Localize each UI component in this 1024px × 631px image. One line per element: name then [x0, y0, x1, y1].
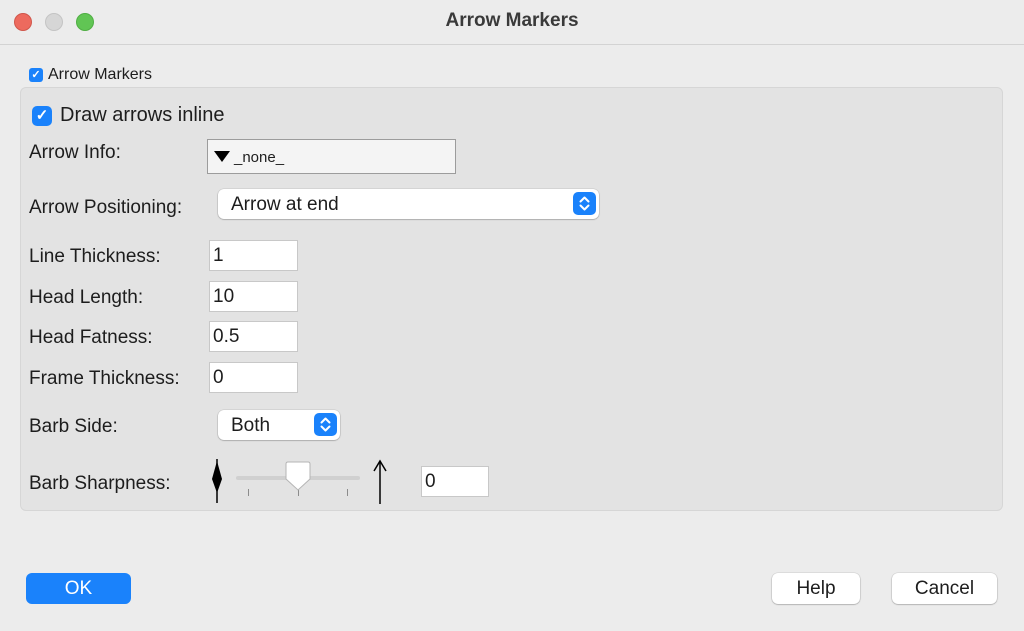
barb-sharpness-slider-knob[interactable] — [284, 460, 312, 492]
arrow-positioning-label: Arrow Positioning: — [29, 197, 183, 218]
arrow-positioning-value: Arrow at end — [231, 194, 339, 215]
barb-side-label: Barb Side: — [29, 416, 118, 437]
barb-side-popup[interactable]: Both — [218, 410, 340, 440]
slider-tick — [248, 489, 249, 496]
line-thickness-input[interactable] — [209, 240, 298, 271]
arrow-info-field[interactable]: _none_ — [207, 139, 456, 174]
frame-thickness-label: Frame Thickness: — [29, 368, 180, 389]
up-down-chevrons-icon — [573, 192, 596, 215]
arrow-settings-group — [20, 87, 1003, 511]
barb-side-value: Both — [231, 415, 271, 436]
blunt-arrow-icon — [373, 459, 387, 504]
ok-button[interactable]: OK — [26, 573, 131, 604]
down-triangle-icon — [214, 151, 230, 162]
arrow-markers-label: Arrow Markers — [48, 66, 153, 83]
arrow-markers-checkbox[interactable]: ✓ — [29, 68, 43, 82]
head-fatness-label: Head Fatness: — [29, 327, 153, 348]
window-title: Arrow Markers — [445, 10, 579, 31]
help-button[interactable]: Help — [772, 573, 860, 604]
frame-thickness-input[interactable] — [209, 362, 298, 393]
slider-tick — [347, 489, 348, 496]
head-length-input[interactable] — [209, 281, 298, 312]
line-thickness-label: Line Thickness: — [29, 246, 161, 267]
up-down-chevrons-icon — [314, 413, 337, 436]
checkmark-icon: ✓ — [35, 107, 49, 124]
cancel-button[interactable]: Cancel — [892, 573, 997, 604]
head-length-label: Head Length: — [29, 287, 144, 308]
barb-sharpness-input[interactable] — [421, 466, 489, 497]
arrow-info-label: Arrow Info: — [29, 142, 121, 163]
head-fatness-input[interactable] — [209, 321, 298, 352]
arrow-info-value: _none_ — [234, 149, 285, 166]
draw-inline-checkbox[interactable]: ✓ — [32, 106, 52, 126]
barb-sharpness-label: Barb Sharpness: — [29, 473, 171, 494]
checkmark-icon: ✓ — [31, 69, 41, 81]
draw-inline-label: Draw arrows inline — [60, 104, 225, 126]
sharp-barb-icon — [212, 459, 222, 503]
title-bar: Arrow Markers — [0, 0, 1024, 45]
arrow-positioning-popup[interactable]: Arrow at end — [218, 189, 599, 219]
